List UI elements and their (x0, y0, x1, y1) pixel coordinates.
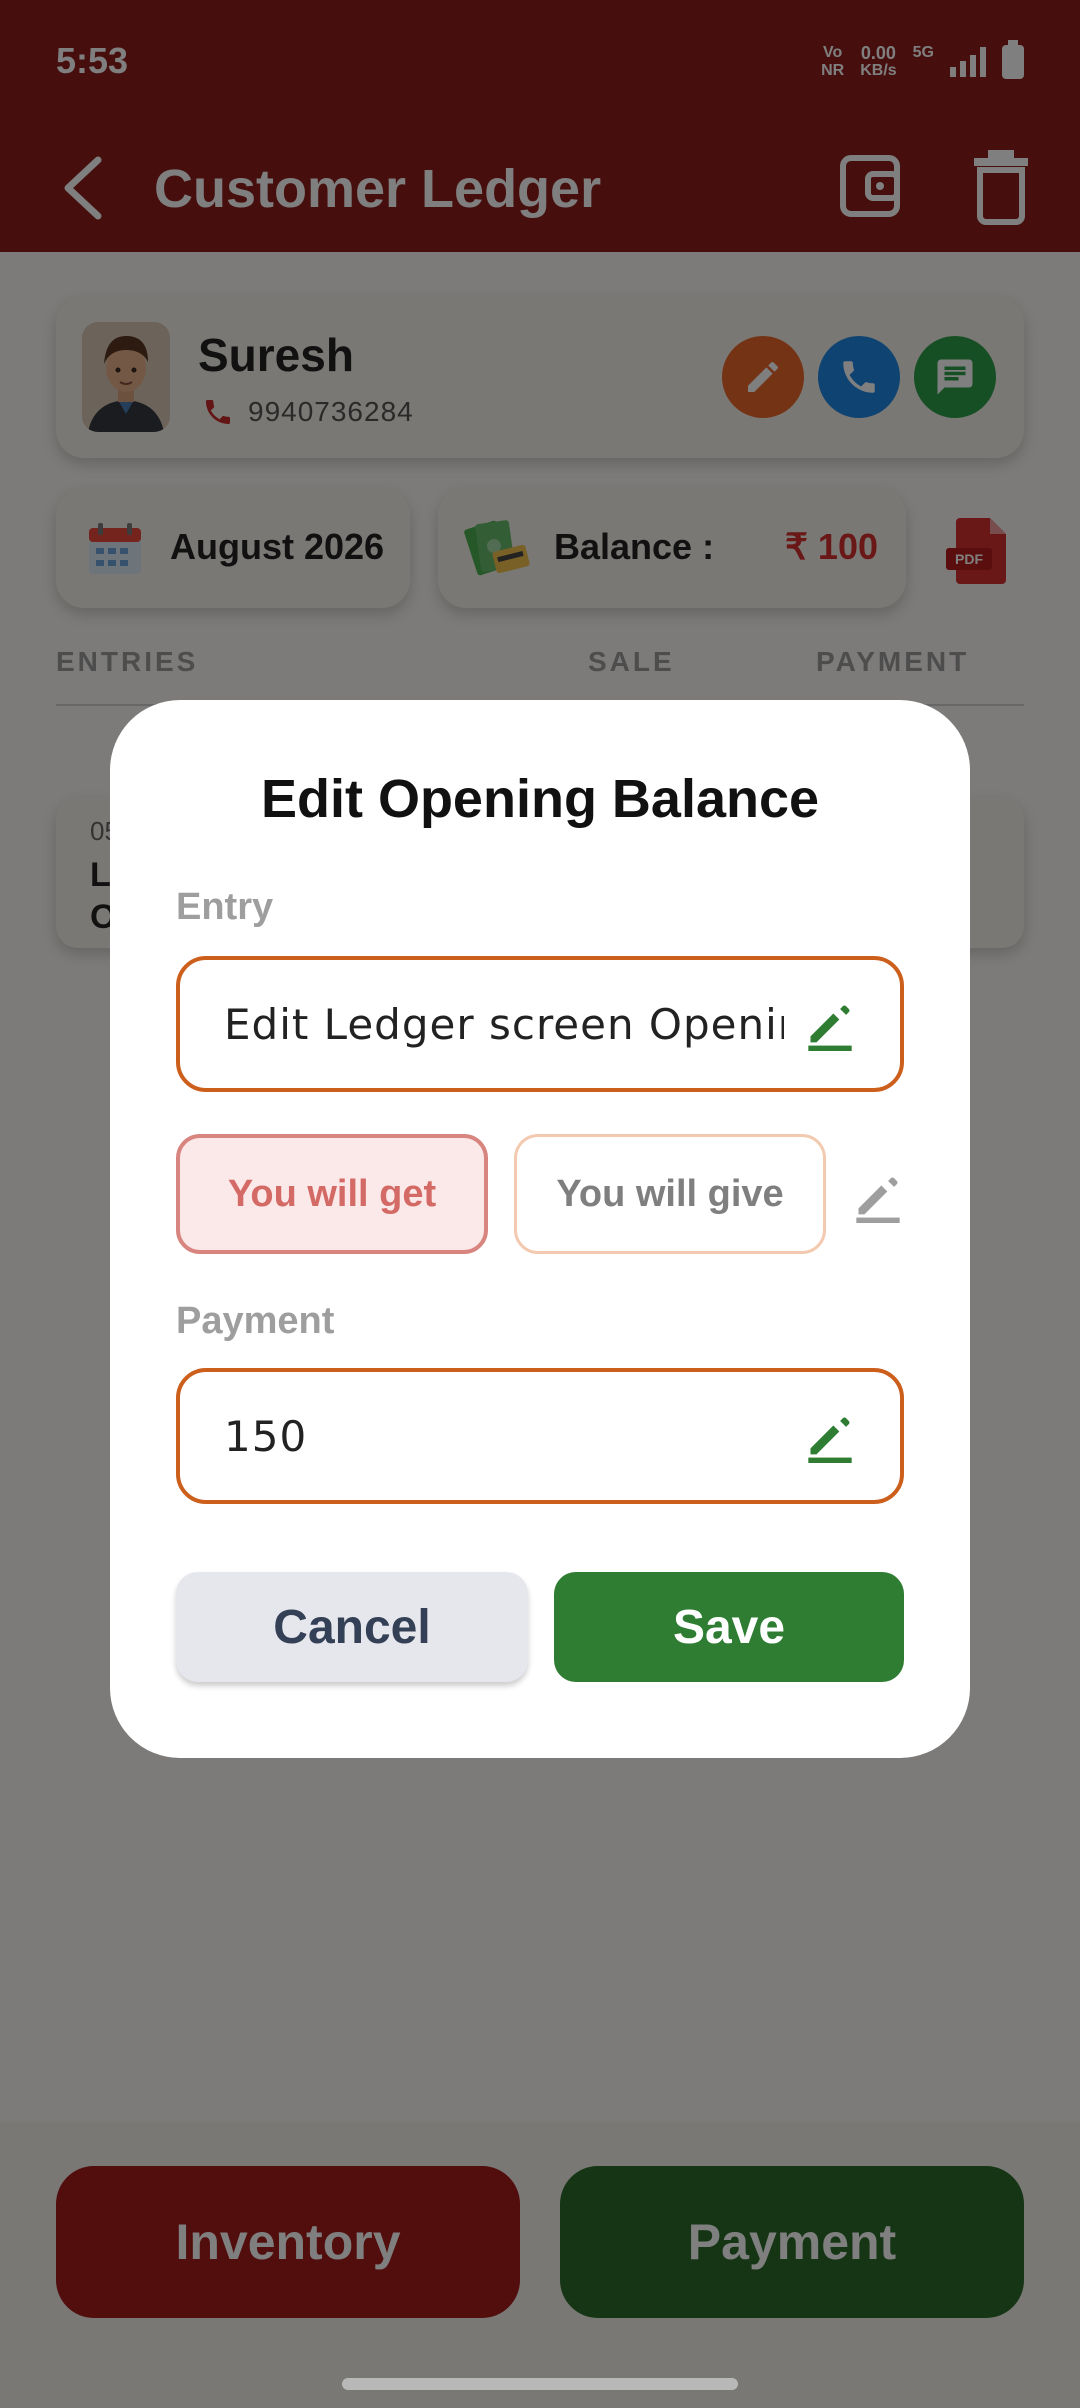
payment-field[interactable] (176, 1368, 904, 1504)
you-will-give-toggle[interactable]: You will give (514, 1134, 826, 1254)
payment-input[interactable] (224, 1372, 784, 1500)
edit-opening-balance-dialog: Edit Opening Balance Entry You will get … (110, 700, 970, 1758)
payment-label: Payment (176, 1300, 335, 1342)
entry-field[interactable] (176, 956, 904, 1092)
home-indicator[interactable] (342, 2378, 738, 2390)
pencil-icon (856, 1177, 900, 1223)
pencil-icon (808, 1005, 852, 1051)
dialog-title: Edit Opening Balance (260, 769, 820, 829)
pencil-icon (808, 1417, 852, 1463)
you-will-get-toggle[interactable]: You will get (176, 1134, 488, 1254)
save-button[interactable]: Save (554, 1572, 904, 1682)
entry-input[interactable] (224, 960, 784, 1088)
entry-label: Entry (176, 886, 274, 928)
cancel-button[interactable]: Cancel (176, 1572, 528, 1682)
